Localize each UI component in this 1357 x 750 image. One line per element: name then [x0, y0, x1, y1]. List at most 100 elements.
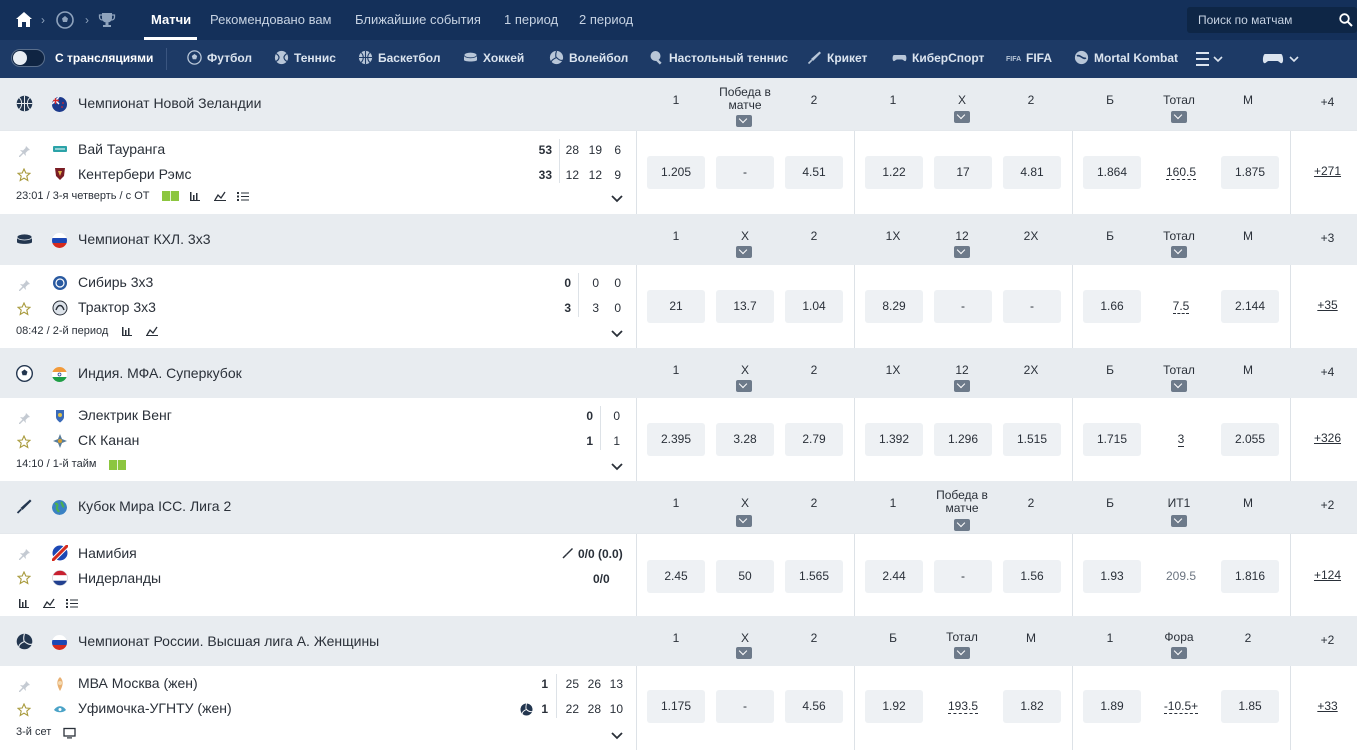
- team-name[interactable]: Электрик Венг: [78, 407, 172, 423]
- odd-cell[interactable]: 3.28: [716, 423, 774, 456]
- sport-hockey[interactable]: Хоккей: [463, 51, 524, 65]
- team-name[interactable]: Намибия: [78, 545, 137, 561]
- team-name[interactable]: Трактор 3x3: [78, 299, 156, 315]
- match-row[interactable]: Электрик Венг СК Канан 0 0 1 1 14:10 / 1…: [0, 398, 1357, 481]
- expand-chevron-icon[interactable]: [610, 194, 624, 204]
- odd-cell[interactable]: 4.81: [1003, 156, 1061, 189]
- odd-cell[interactable]: 2.44: [865, 560, 923, 593]
- odd-cell[interactable]: 1.56: [1003, 560, 1061, 593]
- expand-chevron-icon[interactable]: [610, 329, 624, 339]
- search-icon[interactable]: [1339, 13, 1353, 27]
- match-row[interactable]: Сибирь 3x3 Трактор 3x3 0 0 0 3 3 0 08:42…: [0, 265, 1357, 348]
- league-header[interactable]: Кубок Мира ICC. Лига 2 1 X 2 1 Победа в …: [0, 481, 1357, 533]
- odd-cell[interactable]: 1.816: [1221, 560, 1279, 593]
- more-markets-link[interactable]: +271: [1305, 164, 1350, 178]
- more-markets-link[interactable]: +33: [1305, 699, 1350, 713]
- chevron-down-icon[interactable]: [954, 111, 970, 123]
- team-name[interactable]: Вай Тауранга: [78, 141, 165, 157]
- chevron-down-icon[interactable]: [1171, 515, 1187, 527]
- sport-volleyball[interactable]: Волейбол: [549, 50, 628, 65]
- tv-stream-icon[interactable]: [63, 727, 76, 739]
- match-row[interactable]: Вай Тауранга Кентербери Рэмс 53 28 19 6 …: [0, 131, 1357, 214]
- sport-mortal-kombat[interactable]: Mortal Kombat: [1074, 50, 1178, 65]
- odd-cell[interactable]: 50: [716, 560, 774, 593]
- total-line[interactable]: 3: [1152, 423, 1210, 456]
- chevron-down-icon[interactable]: [954, 246, 970, 258]
- tab-recommended[interactable]: Рекомендовано вам: [210, 12, 332, 27]
- chevron-down-icon[interactable]: [954, 519, 970, 531]
- chevron-down-icon[interactable]: [1171, 111, 1187, 123]
- total-line[interactable]: 160.5: [1152, 156, 1210, 189]
- chevron-down-icon[interactable]: [954, 380, 970, 392]
- odd-cell[interactable]: 1.565: [785, 560, 843, 593]
- match-row[interactable]: Намибия Нидерланды 0/0 (0.0) 0/0 2.45 50…: [0, 534, 1357, 616]
- star-icon[interactable]: [17, 302, 31, 316]
- sport-fifa[interactable]: FIFA FIFA: [1006, 51, 1052, 65]
- odd-cell[interactable]: 1.515: [1003, 423, 1061, 456]
- pin-icon[interactable]: [18, 680, 31, 693]
- team-name[interactable]: Сибирь 3x3: [78, 274, 153, 290]
- chevron-down-icon[interactable]: [736, 515, 752, 527]
- sport-esports[interactable]: КиберСпорт: [892, 51, 984, 65]
- pin-icon[interactable]: [18, 279, 31, 292]
- odd-cell[interactable]: 4.56: [785, 690, 843, 723]
- odd-cell[interactable]: 2.144: [1221, 290, 1279, 323]
- odd-cell[interactable]: 2.45: [647, 560, 705, 593]
- trophy-icon[interactable]: [98, 11, 116, 29]
- sport-football[interactable]: Футбол: [187, 50, 252, 65]
- team-name[interactable]: МВА Москва (жен): [78, 675, 198, 691]
- odd-cell[interactable]: -: [934, 290, 992, 323]
- handicap-line[interactable]: -10.5+: [1152, 690, 1210, 723]
- search-input[interactable]: [1187, 7, 1337, 33]
- team-name[interactable]: Уфимочка-УГНТУ (жен): [78, 700, 232, 716]
- match-row[interactable]: МВА Москва (жен) Уфимочка-УГНТУ (жен) 1 …: [0, 666, 1357, 750]
- odd-cell[interactable]: 1.875: [1221, 156, 1279, 189]
- pin-icon[interactable]: [18, 412, 31, 425]
- tab-period-2[interactable]: 2 период: [579, 12, 633, 27]
- odd-cell[interactable]: 17: [934, 156, 992, 189]
- chevron-down-icon[interactable]: [736, 647, 752, 659]
- odd-cell[interactable]: 1.04: [785, 290, 843, 323]
- chevron-down-icon[interactable]: [1171, 380, 1187, 392]
- tab-period-1[interactable]: 1 период: [504, 12, 558, 27]
- games-dropdown-icon[interactable]: [1262, 49, 1302, 69]
- league-header[interactable]: Индия. МФА. Суперкубок 1 X 2 1X 12 2X Б …: [0, 348, 1357, 400]
- chevron-down-icon[interactable]: [736, 246, 752, 258]
- chevron-down-icon[interactable]: [1171, 246, 1187, 258]
- tab-upcoming[interactable]: Ближайшие события: [355, 12, 481, 27]
- league-header[interactable]: Чемпионат Новой Зеландии 1 Победа в матч…: [0, 78, 1357, 130]
- sport-tennis[interactable]: Теннис: [274, 50, 336, 65]
- odd-cell[interactable]: 1.82: [1003, 690, 1061, 723]
- odd-cell[interactable]: -: [1003, 290, 1061, 323]
- league-header[interactable]: Чемпионат КХЛ. 3x3 1 X 2 1X 12 2X Б Тота…: [0, 214, 1357, 266]
- odd-cell[interactable]: 1.89: [1083, 690, 1141, 723]
- team-name[interactable]: СК Канан: [78, 432, 139, 448]
- odd-cell[interactable]: 1.22: [865, 156, 923, 189]
- total-line[interactable]: 7.5: [1152, 290, 1210, 323]
- odd-cell[interactable]: 1.864: [1083, 156, 1141, 189]
- odd-cell[interactable]: 1.296: [934, 423, 992, 456]
- pin-icon[interactable]: [18, 145, 31, 158]
- odd-cell[interactable]: -: [716, 156, 774, 189]
- expand-chevron-icon[interactable]: [610, 731, 624, 741]
- expand-chevron-icon[interactable]: [610, 462, 624, 472]
- odd-cell[interactable]: 1.715: [1083, 423, 1141, 456]
- tab-matches[interactable]: Матчи: [151, 12, 191, 27]
- more-markets-link[interactable]: +35: [1305, 298, 1350, 312]
- odd-cell[interactable]: 1.85: [1221, 690, 1279, 723]
- live-stream-toggle[interactable]: [11, 49, 45, 67]
- odd-cell[interactable]: 13.7: [716, 290, 774, 323]
- team-name[interactable]: Кентербери Рэмс: [78, 166, 191, 182]
- odd-cell[interactable]: 2.79: [785, 423, 843, 456]
- odd-cell[interactable]: 2.395: [647, 423, 705, 456]
- star-icon[interactable]: [17, 168, 31, 182]
- odd-cell[interactable]: 21: [647, 290, 705, 323]
- home-icon[interactable]: [16, 12, 32, 27]
- sport-basketball[interactable]: Баскетбол: [358, 50, 440, 65]
- odd-cell[interactable]: 4.51: [785, 156, 843, 189]
- chevron-down-icon[interactable]: [736, 115, 752, 127]
- odd-cell[interactable]: -: [934, 560, 992, 593]
- more-sports-menu-icon[interactable]: [1195, 49, 1225, 69]
- star-icon[interactable]: [17, 435, 31, 449]
- sport-cricket[interactable]: Крикет: [807, 51, 867, 65]
